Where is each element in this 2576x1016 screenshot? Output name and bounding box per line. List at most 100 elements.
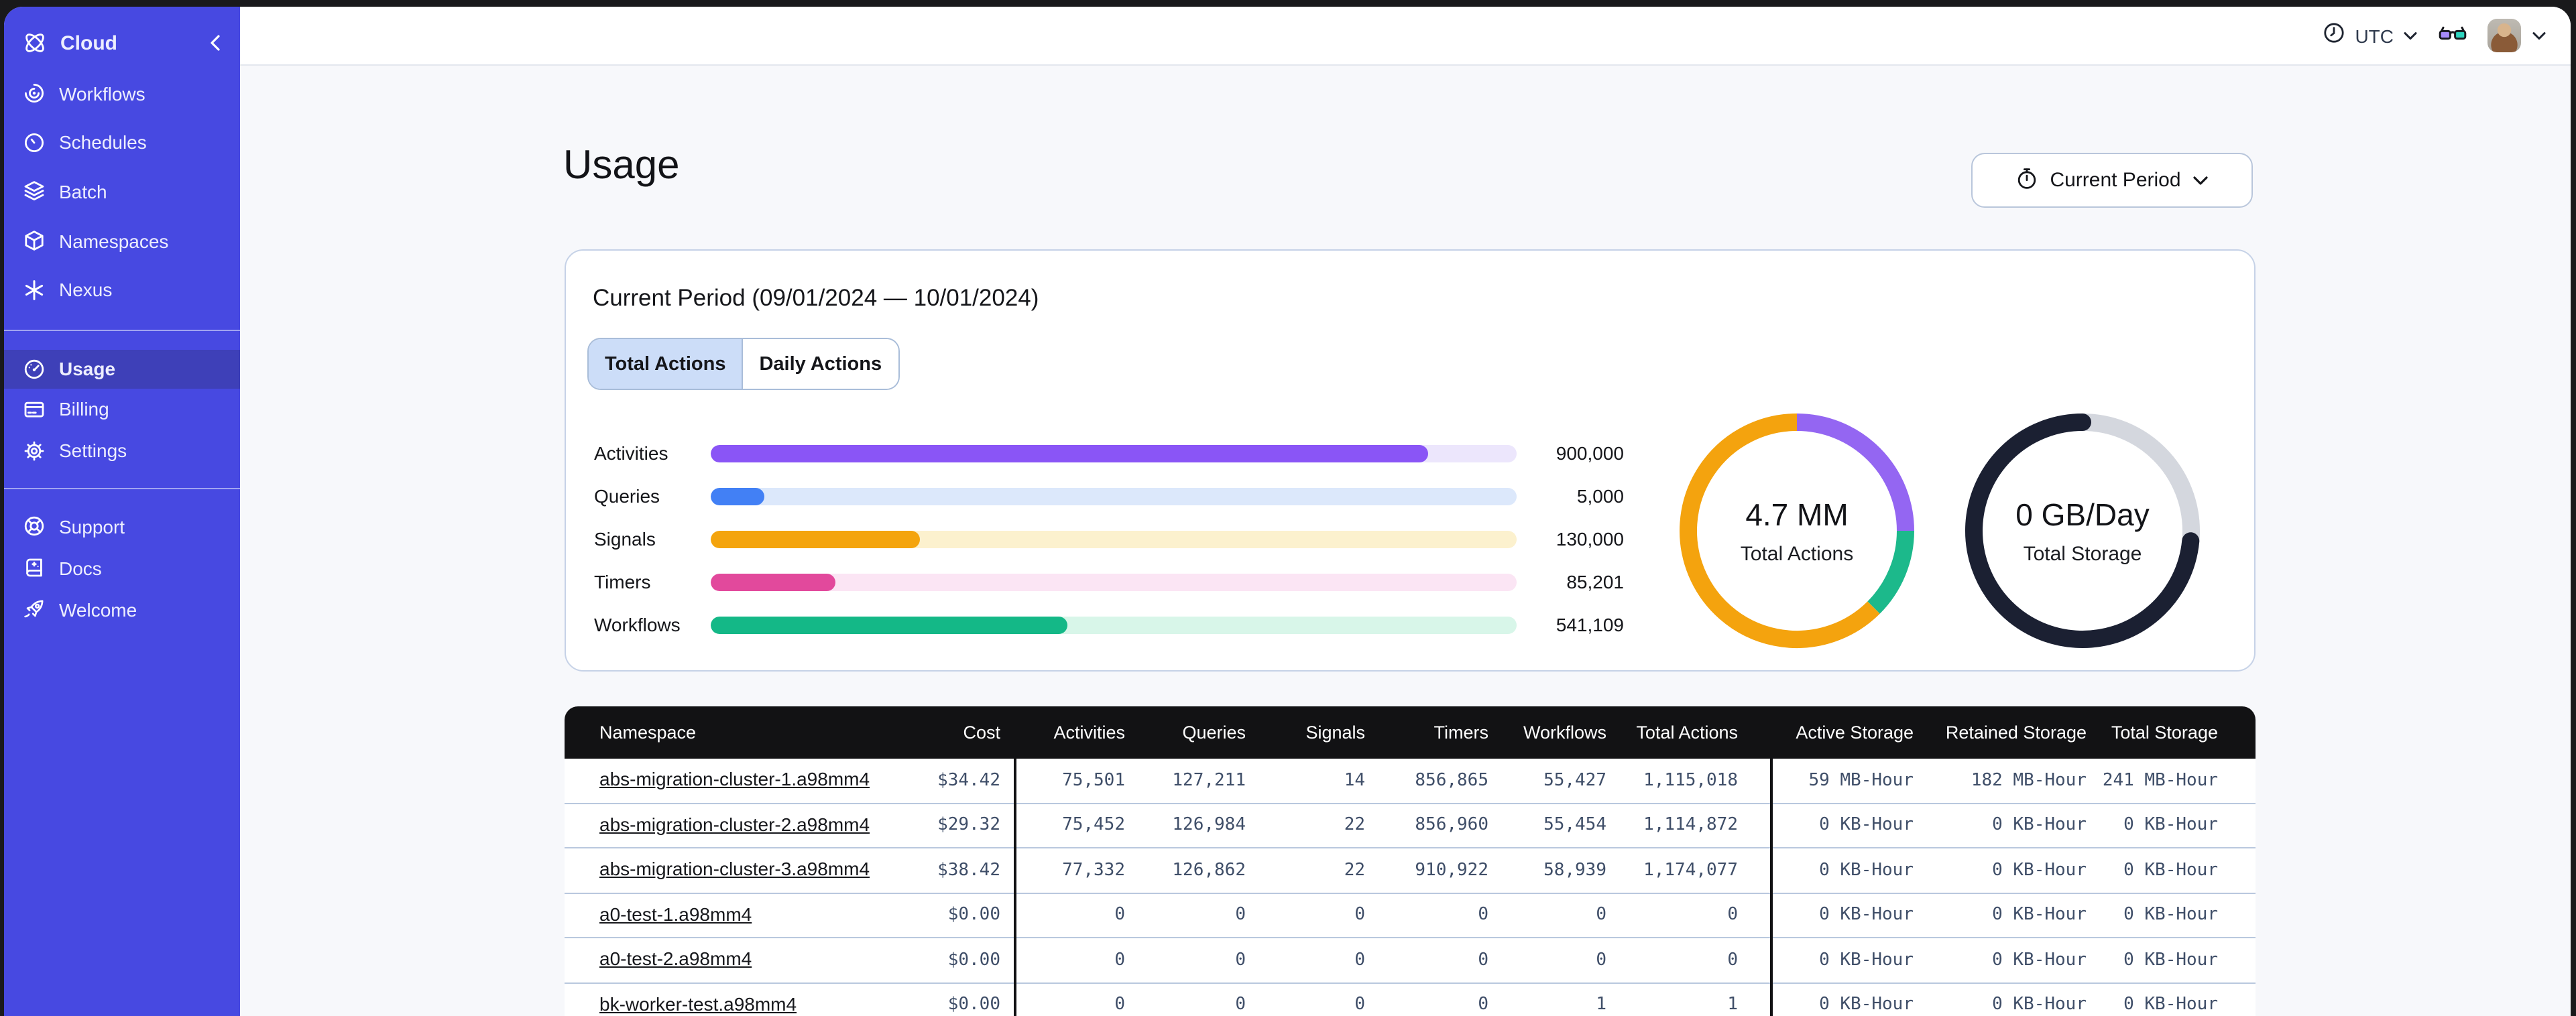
usage-bar-row: Signals 130,000 (594, 517, 1624, 560)
sidebar-item-settings[interactable]: Settings (4, 432, 240, 470)
avatar (2487, 19, 2521, 52)
namespace-link[interactable]: a0-test-1.a98mm4 (599, 903, 752, 925)
table-cell: 55,427 (1543, 770, 1606, 791)
sidebar-item-workflows[interactable]: Workflows (4, 74, 240, 113)
table-cell: 0 KB-Hour (1992, 950, 2087, 970)
period-selector-button[interactable]: Current Period (1971, 153, 2253, 208)
table-cell: 75,452 (1062, 815, 1125, 836)
table-cell: 1,174,077 (1643, 860, 1738, 881)
sidebar-item-label: Welcome (59, 598, 137, 621)
table-cell: 0 (1354, 905, 1365, 926)
usage-bar-fill (711, 573, 836, 590)
usage-bar-label: Activities (594, 442, 668, 464)
total-storage-value: 0 GB/Day (2015, 497, 2150, 531)
usage-bar-track (711, 573, 1517, 590)
usage-bar-label: Queries (594, 485, 660, 507)
table-cell: 856,960 (1415, 815, 1488, 836)
settings-gear-icon (23, 440, 46, 462)
usage-bar-value: 541,109 (1556, 614, 1624, 635)
sidebar-item-label: Nexus (59, 279, 113, 301)
table-cell: 0 KB-Hour (1992, 905, 2087, 926)
table-cell: 75,501 (1062, 770, 1125, 791)
clock-icon (2323, 21, 2345, 50)
support-lifebuoy-icon (23, 515, 46, 538)
usage-bar-row: Workflows 541,109 (594, 603, 1624, 646)
sidebar-item-batch[interactable]: Batch (4, 172, 240, 210)
table-cell: 22 (1344, 815, 1365, 836)
table-cell: 58,939 (1543, 860, 1606, 881)
timezone-selector[interactable]: UTC (2323, 21, 2418, 50)
docs-book-icon (23, 557, 46, 580)
usage-bar-value: 130,000 (1556, 528, 1624, 550)
tab-total-actions[interactable]: Total Actions (589, 339, 742, 389)
temporal-logo-icon (21, 31, 48, 54)
column-header-timers: Timers (1433, 722, 1489, 743)
usage-summary-card: Current Period (09/01/2024 — 10/01/2024)… (565, 249, 2256, 672)
usage-bar-value: 5,000 (1576, 485, 1624, 507)
table-cell: 0 KB-Hour (1819, 815, 1914, 836)
sidebar-header: Cloud (21, 24, 227, 62)
sidebar-item-welcome[interactable]: Welcome (4, 590, 240, 629)
glasses-icon (2438, 21, 2467, 50)
sidebar-item-docs[interactable]: Docs (4, 549, 240, 587)
namespace-link[interactable]: bk-worker-test.a98mm4 (599, 993, 797, 1015)
sidebar-item-label: Schedules (59, 131, 147, 153)
table-cell: $34.42 (937, 770, 1000, 791)
table-cell: 0 KB-Hour (2123, 950, 2218, 970)
sidebar-item-label: Billing (59, 398, 109, 420)
usage-bar-fill (711, 444, 1428, 462)
namespace-link[interactable]: a0-test-2.a98mm4 (599, 948, 752, 970)
usage-bar-label: Timers (594, 571, 651, 592)
table-cell: 182 MB-Hour (1971, 770, 2087, 791)
table-cell: 55,454 (1543, 815, 1606, 836)
sidebar-item-usage[interactable]: Usage (4, 350, 240, 388)
column-header-retained-storage: Retained Storage (1945, 722, 2087, 743)
table-body: abs-migration-cluster-1.a98mm4 $34.42 75,5… (565, 759, 2256, 1016)
sidebar-item-label: Namespaces (59, 230, 169, 252)
sidebar-divider (4, 330, 240, 331)
column-header-namespace: Namespace (599, 722, 697, 743)
total-actions-value: 4.7 MM (1745, 497, 1849, 531)
table-cell: $0.00 (947, 905, 1000, 926)
table-cell: $0.00 (947, 950, 1000, 970)
table-cell: 14 (1344, 770, 1365, 791)
app-window: Cloud Workflows Schedules Batch Namespac… (4, 7, 2571, 1016)
column-header-total-actions: Total Actions (1636, 722, 1738, 743)
table-row: abs-migration-cluster-2.a98mm4 $29.32 75,4… (565, 802, 2256, 847)
column-header-total-storage: Total Storage (2111, 722, 2218, 743)
billing-card-icon (23, 398, 46, 421)
total-storage-donut: 0 GB/Day Total Storage (1955, 403, 2210, 658)
namespace-cell: a0-test-2.a98mm4 (565, 948, 806, 972)
sidebar-item-support[interactable]: Support (4, 507, 240, 546)
sidebar-item-nexus[interactable]: Nexus (4, 271, 240, 309)
topbar-right-cluster: UTC (2323, 7, 2546, 64)
table-row: bk-worker-test.a98mm4 $0.00 0 0 0 0 1 1 0 KB-Hou… (565, 982, 2256, 1016)
stopwatch-icon (2015, 166, 2038, 195)
table-cell: 0 (1235, 995, 1246, 1015)
column-header-activities: Activities (1053, 722, 1125, 743)
sidebar-item-schedules[interactable]: Schedules (4, 123, 240, 162)
table-cell: 0 KB-Hour (1819, 860, 1914, 881)
sidebar-item-namespaces[interactable]: Namespaces (4, 222, 240, 260)
table-cell: 0 (1478, 995, 1488, 1015)
sidebar-item-label: Support (59, 515, 125, 537)
table-cell: 0 KB-Hour (1819, 950, 1914, 970)
table-cell: 0 (1478, 950, 1488, 970)
usage-bar-fill (711, 530, 921, 548)
sidebar-item-billing[interactable]: Billing (4, 390, 240, 428)
namespace-cell: abs-migration-cluster-3.a98mm4 (565, 859, 870, 883)
workflows-icon (23, 82, 46, 105)
tab-daily-actions[interactable]: Daily Actions (742, 339, 898, 389)
table-cell: 0 (1235, 905, 1246, 926)
timezone-label: UTC (2355, 25, 2394, 46)
collapse-sidebar-icon[interactable] (204, 31, 227, 54)
table-cell: 0 (1478, 905, 1488, 926)
app-root: Cloud Workflows Schedules Batch Namespac… (0, 0, 2576, 1016)
account-menu[interactable] (2487, 19, 2546, 52)
chevron-down-icon (2532, 23, 2546, 48)
table-cell: 1,114,872 (1643, 815, 1738, 836)
usage-bar-row: Activities 900,000 (594, 432, 1624, 474)
table-cell: 0 (1114, 950, 1125, 970)
sidebar-item-label: Docs (59, 557, 102, 579)
feedback-glasses-button[interactable] (2438, 21, 2467, 50)
